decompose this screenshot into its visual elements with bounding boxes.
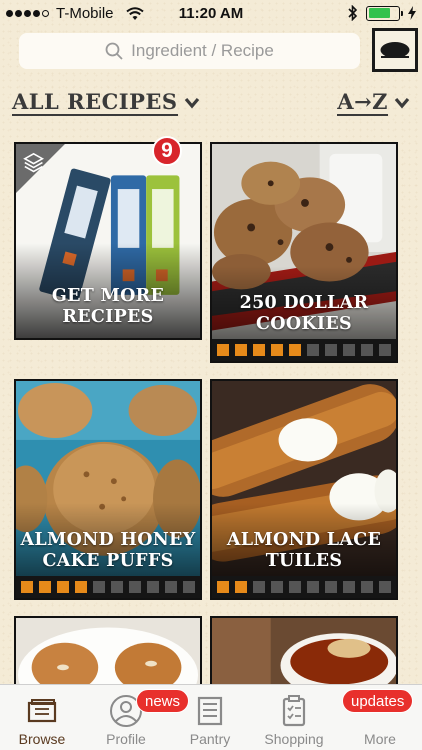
tab-label: Pantry: [189, 731, 231, 747]
rating-square: [379, 581, 391, 593]
rating-square: [57, 581, 69, 593]
battery-icon: [366, 5, 403, 21]
rating-square: [75, 581, 87, 593]
tab-label: Shopping: [264, 731, 324, 747]
chevron-down-icon: [394, 97, 410, 109]
search-icon: [105, 42, 123, 60]
rating-square: [361, 344, 373, 356]
cloche-icon: [380, 42, 410, 58]
rating-square: [361, 581, 373, 593]
rating-square: [147, 581, 159, 593]
rating-square: [307, 344, 319, 356]
difficulty-rating: [212, 576, 396, 598]
cloche-button[interactable]: [372, 28, 418, 72]
promo-count-badge: 9: [152, 136, 182, 166]
rating-square: [235, 581, 247, 593]
updates-badge: updates: [342, 689, 414, 713]
charging-icon: [408, 6, 416, 20]
rating-square: [325, 344, 337, 356]
tab-shopping[interactable]: Shopping: [252, 685, 336, 750]
bluetooth-icon: [348, 5, 358, 21]
card-title: 250 DOLLAR COOKIES: [239, 293, 369, 334]
status-right: [348, 5, 416, 21]
difficulty-rating: [16, 576, 200, 598]
rating-square: [271, 581, 283, 593]
rating-square: [111, 581, 123, 593]
tab-label: Profile: [106, 731, 146, 747]
rating-square: [183, 581, 195, 593]
difficulty-rating: [212, 339, 396, 361]
rating-square: [379, 344, 391, 356]
card-title: ALMOND HONEY CAKE PUFFS: [20, 530, 196, 571]
status-bar: T-Mobile 11:20 AM: [0, 0, 422, 30]
tab-label: Browse: [18, 731, 66, 747]
card-title: GET MORE RECIPES: [51, 286, 165, 327]
search-input[interactable]: Ingredient / Recipe: [19, 33, 360, 69]
rating-square: [325, 581, 337, 593]
shopping-icon: [282, 695, 306, 727]
tab-label: More: [364, 731, 396, 747]
rating-square: [165, 581, 177, 593]
rating-square: [289, 581, 301, 593]
recipe-card-almond-honey-cake-puffs[interactable]: ALMOND HONEY CAKE PUFFS: [14, 379, 202, 600]
rating-square: [289, 344, 301, 356]
card-title: ALMOND LACE TUILES: [226, 530, 382, 571]
rating-square: [129, 581, 141, 593]
recipe-card-almond-lace-tuiles[interactable]: ALMOND LACE TUILES: [210, 379, 398, 600]
rating-square: [343, 581, 355, 593]
category-label: ALL RECIPES: [12, 89, 178, 116]
chevron-down-icon: [184, 97, 199, 109]
get-more-recipes-card[interactable]: GET MORE RECIPES: [14, 142, 202, 340]
tab-pantry[interactable]: Pantry: [168, 685, 252, 750]
tab-bar: Browse Profile news Pantry Shopping More…: [0, 684, 422, 750]
tab-browse[interactable]: Browse: [0, 685, 84, 750]
search-placeholder: Ingredient / Recipe: [131, 41, 274, 60]
rating-square: [21, 581, 33, 593]
rating-square: [271, 344, 283, 356]
sort-filter[interactable]: A→Z: [337, 90, 410, 116]
rating-square: [39, 581, 51, 593]
rating-square: [93, 581, 105, 593]
rating-square: [307, 581, 319, 593]
rating-square: [253, 581, 265, 593]
rating-square: [253, 344, 265, 356]
category-filter[interactable]: ALL RECIPES: [12, 90, 200, 116]
rating-square: [343, 344, 355, 356]
pantry-icon: [197, 696, 223, 726]
recipe-card-250-dollar-cookies[interactable]: 250 DOLLAR COOKIES: [210, 142, 398, 363]
rating-square: [217, 581, 229, 593]
battery-fill: [368, 8, 391, 18]
sort-label: A→Z: [337, 89, 388, 116]
tea-image: [212, 618, 396, 694]
almond-cookies-image: [16, 618, 200, 694]
rating-square: [235, 344, 247, 356]
browse-icon: [27, 699, 57, 723]
rating-square: [217, 344, 229, 356]
